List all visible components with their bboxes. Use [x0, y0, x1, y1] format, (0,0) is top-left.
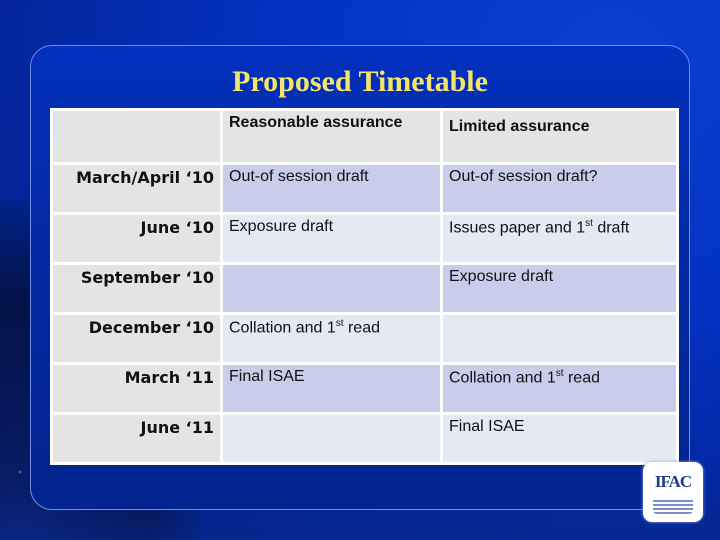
ifac-logo-icon: IFAC: [643, 462, 703, 522]
table-row: June ‘11 Final ISAE: [53, 415, 676, 462]
header-reasonable-assurance: Reasonable assurance: [223, 111, 440, 162]
logo-text: IFAC: [654, 472, 692, 491]
table-row: March/April ‘10 Out-of session draft Out…: [53, 165, 676, 212]
period-label: March/April ‘10: [53, 165, 220, 212]
table-row: December ‘10 Collation and 1st read: [53, 315, 676, 362]
period-label: June ‘10: [53, 215, 220, 262]
reasonable-cell: Out-of session draft: [223, 165, 440, 212]
header-row: Reasonable assurance Limited assurance: [53, 111, 676, 162]
limited-cell: [443, 315, 676, 362]
slide-title: Proposed Timetable: [232, 65, 488, 98]
timetable: Reasonable assurance Limited assurance M…: [50, 108, 679, 465]
period-label: September ‘10: [53, 265, 220, 312]
limited-cell: Collation and 1st read: [443, 365, 676, 412]
period-label: December ‘10: [53, 315, 220, 362]
reasonable-cell: Exposure draft: [223, 215, 440, 262]
header-limited-assurance: Limited assurance: [443, 111, 676, 162]
period-label: March ‘11: [53, 365, 220, 412]
period-label: June ‘11: [53, 415, 220, 462]
logo-lines: [653, 500, 693, 514]
table-row: March ‘11 Final ISAE Collation and 1st r…: [53, 365, 676, 412]
reasonable-cell: Collation and 1st read: [223, 315, 440, 362]
limited-cell: Issues paper and 1st draft: [443, 215, 676, 262]
limited-cell: Final ISAE: [443, 415, 676, 462]
table-row: September ‘10 Exposure draft: [53, 265, 676, 312]
reasonable-cell: [223, 415, 440, 462]
limited-cell: Exposure draft: [443, 265, 676, 312]
limited-cell: Out-of session draft?: [443, 165, 676, 212]
table-row: June ‘10 Exposure draft Issues paper and…: [53, 215, 676, 262]
reasonable-cell: [223, 265, 440, 312]
header-empty: [53, 111, 220, 162]
reasonable-cell: Final ISAE: [223, 365, 440, 412]
